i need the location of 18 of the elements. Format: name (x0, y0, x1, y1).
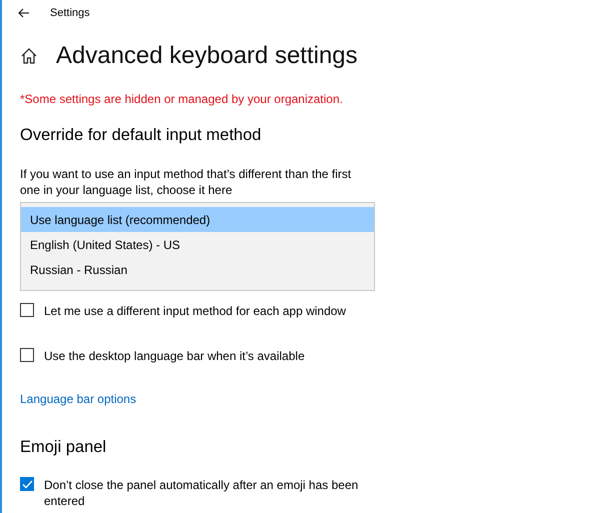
language-bar-options-link[interactable]: Language bar options (20, 392, 136, 406)
list-item[interactable]: English (United States) - US (21, 232, 374, 257)
list-item[interactable]: Use language list (recommended) (21, 207, 374, 232)
back-icon[interactable] (18, 8, 30, 18)
description-text: If you want to use an input method that’s different than the first one in your language list, choose it here (20, 166, 352, 198)
section-heading: Override for default input method (20, 126, 262, 145)
page-title: Advanced keyboard settings (56, 42, 358, 70)
checkbox-label: Don’t close the panel automatically after an emoji has been entered (44, 477, 360, 509)
window-title: Settings (50, 7, 90, 19)
checkbox[interactable] (20, 477, 34, 491)
checkbox-label: Use the desktop language bar when it’s available (44, 348, 305, 364)
checkbox-label: Let me use a different input method for each app window (44, 303, 346, 319)
list-item[interactable]: Russian - Russian (21, 257, 374, 282)
checkbox[interactable] (20, 348, 34, 362)
checkbox[interactable] (20, 303, 34, 317)
warning-text: *Some settings are hidden or managed by your organization. (20, 92, 344, 106)
home-icon[interactable] (20, 47, 38, 65)
section-heading: Emoji panel (20, 438, 108, 457)
